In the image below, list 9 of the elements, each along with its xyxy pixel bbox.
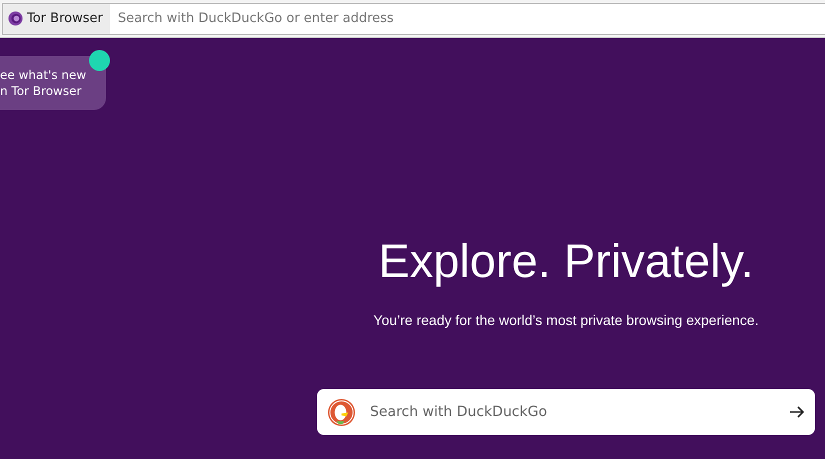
address-bar[interactable]: Tor Browser Search with DuckDuckGo or enter address <box>2 2 825 34</box>
hero-subtitle: You’re ready for the world’s most private browsing experience. <box>373 312 759 328</box>
hero-title: Explore. Privately. <box>378 233 754 288</box>
search-bar[interactable]: Search with DuckDuckGo <box>317 389 815 435</box>
identity-button[interactable]: Tor Browser <box>3 4 110 34</box>
duck-logo-icon <box>327 398 356 426</box>
arrow-right-icon[interactable] <box>789 404 805 420</box>
whats-new-button[interactable]: ee what's new n Tor Browser <box>0 56 106 110</box>
onion-icon <box>8 11 23 26</box>
